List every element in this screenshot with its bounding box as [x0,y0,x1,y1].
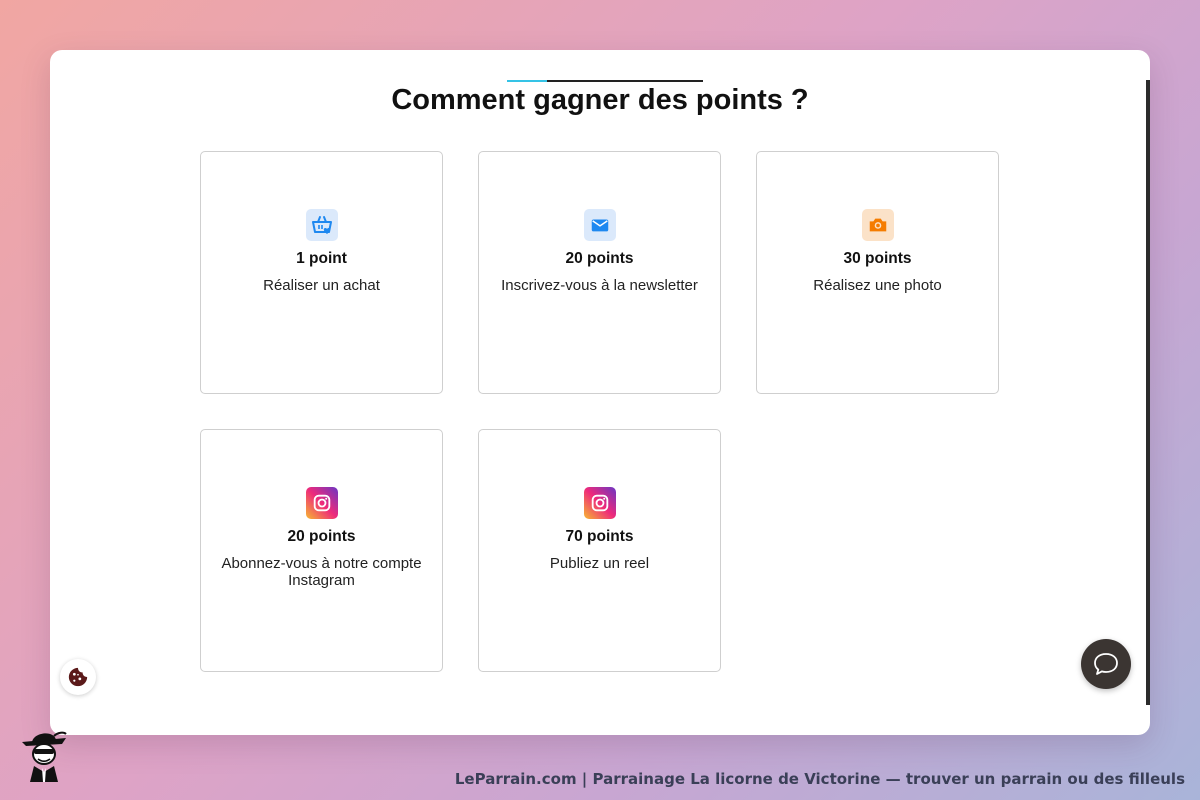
cookie-settings-button[interactable] [60,659,96,695]
card-points: 20 points [287,528,356,545]
scrollbar[interactable] [1146,80,1150,705]
footer-caption: LeParrain.com | Parrainage La licorne de… [454,770,1185,788]
card-description: Réaliser un achat [263,277,380,294]
chat-button[interactable] [1081,639,1131,689]
card-description: Réalisez une photo [813,277,942,294]
camera-icon [862,209,894,241]
earn-points-card-purchase: 1 point Réaliser un achat [200,151,443,394]
earn-points-card-photo: 30 points Réalisez une photo [756,151,999,394]
title-divider-accent [507,80,547,82]
card-points: 20 points [565,250,634,267]
instagram-icon [306,487,338,519]
card-points: 30 points [843,250,912,267]
browser-window: Comment gagner des points ? 1 point Réal… [50,50,1150,735]
instagram-icon [584,487,616,519]
chat-bubble-icon [1094,653,1118,675]
earn-points-card-reel: 70 points Publiez un reel [478,429,721,672]
card-description: Inscrivez-vous à la newsletter [501,277,698,294]
card-points: 70 points [565,528,634,545]
leparrain-logo [18,728,70,784]
earn-points-card-newsletter: 20 points Inscrivez-vous à la newsletter [478,151,721,394]
card-points: 1 point [296,250,347,267]
card-description: Publiez un reel [549,555,650,572]
earn-points-card-instagram-follow: 20 points Abonnez-vous à notre compte In… [200,429,443,672]
basket-heart-icon [306,209,338,241]
page-title: Comment gagner des points ? [391,84,809,116]
envelope-icon [584,209,616,241]
card-description: Abonnez-vous à notre compte Instagram [221,555,422,589]
cookie-icon [68,667,88,687]
